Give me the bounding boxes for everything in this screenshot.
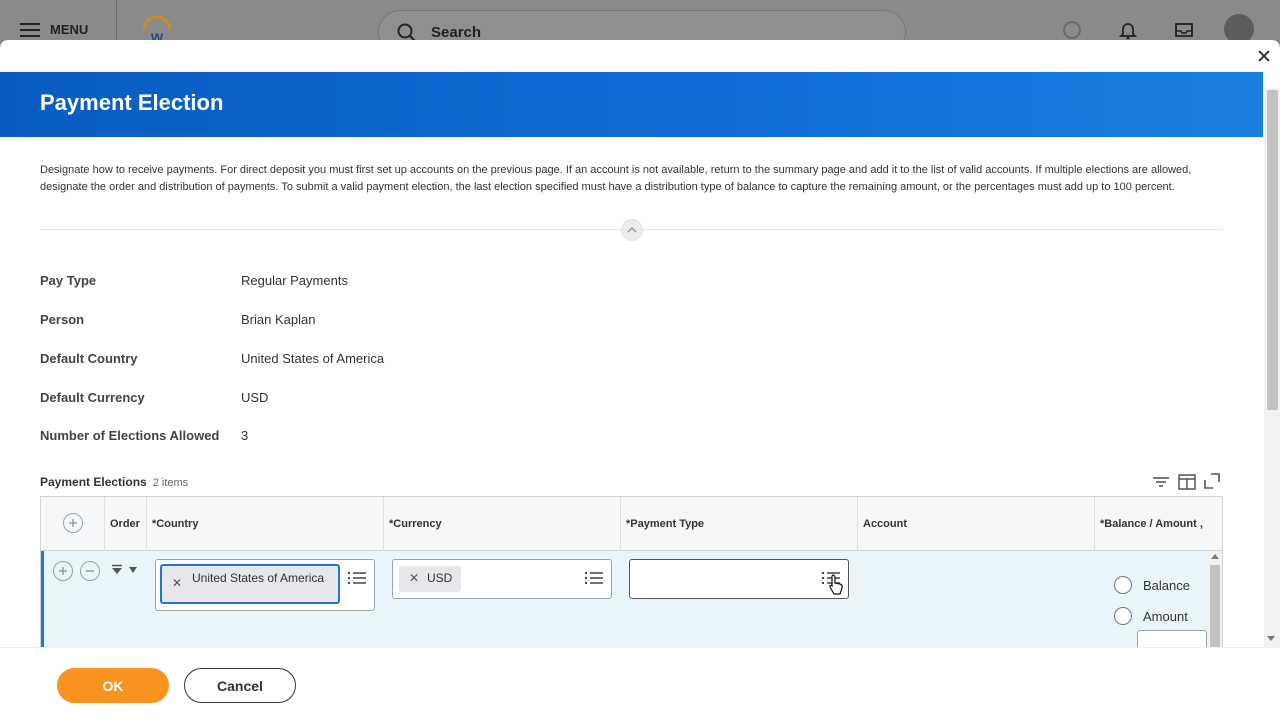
modal-scrollbar[interactable]	[1264, 88, 1280, 648]
amount-radio[interactable]	[1114, 607, 1132, 625]
elections-count: 2 items	[152, 477, 189, 489]
close-icon[interactable]	[1256, 48, 1272, 64]
column-header-currency[interactable]: *Currency	[389, 518, 442, 530]
plus-icon	[69, 519, 77, 527]
scroll-up-arrow-icon[interactable]	[1211, 553, 1219, 559]
remove-row-button[interactable]	[80, 561, 100, 581]
prompt-list-icon[interactable]	[585, 570, 603, 586]
hamburger-icon	[20, 22, 40, 37]
field-value: Regular Payments	[241, 273, 348, 288]
column-header-balance-amount[interactable]: *Balance / Amount ,	[1100, 518, 1203, 530]
field-label: Person	[40, 312, 85, 327]
field-value: 3	[241, 428, 249, 443]
amount-input[interactable]	[1137, 630, 1207, 647]
ok-button[interactable]: OK	[57, 668, 169, 703]
move-down-icon[interactable]	[128, 565, 138, 575]
field-label: Default Country	[40, 351, 138, 366]
chevron-up-icon	[627, 226, 637, 233]
cancel-button[interactable]: Cancel	[184, 668, 296, 703]
amount-radio-label: Amount	[1143, 609, 1188, 624]
menu-label: MENU	[50, 22, 89, 37]
prompt-list-icon[interactable]	[348, 570, 366, 586]
move-to-bottom-icon[interactable]	[111, 564, 123, 576]
balance-radio-label: Balance	[1143, 578, 1190, 593]
table-row: ✕ United States of America ✕ USD Balance…	[41, 551, 1222, 647]
balance-radio[interactable]	[1114, 576, 1132, 594]
payment-type-prompt-field[interactable]	[629, 559, 849, 599]
add-row-button[interactable]	[63, 513, 83, 533]
country-prompt-field[interactable]: ✕ United States of America	[155, 559, 375, 611]
column-header-order[interactable]: Order	[110, 518, 140, 530]
column-header-payment-type[interactable]: *Payment Type	[626, 518, 704, 530]
currency-value: USD	[427, 571, 453, 585]
field-value: USD	[241, 390, 269, 405]
expand-fullscreen-icon[interactable]	[1204, 473, 1220, 489]
scroll-down-arrow-icon[interactable]	[1267, 636, 1275, 642]
remove-selection-icon[interactable]: ✕	[172, 576, 182, 590]
grid-header-row: Order *Country *Currency *Payment Type A…	[41, 497, 1222, 551]
country-selected-pill[interactable]: ✕ United States of America	[160, 564, 340, 604]
minus-icon	[86, 570, 94, 572]
plus-icon	[59, 567, 67, 575]
elections-title-text: Payment Elections	[40, 475, 147, 489]
page-title: Payment Election	[40, 90, 224, 115]
instructions-text: Designate how to receive payments. For d…	[40, 164, 1192, 193]
grid-scrollbar[interactable]	[1208, 551, 1222, 647]
currency-prompt-field[interactable]: ✕ USD	[392, 559, 612, 599]
payment-election-modal: Payment Election Designate how to receiv…	[0, 40, 1280, 720]
appbar-divider	[116, 0, 117, 40]
field-value: United States of America	[241, 351, 385, 366]
filter-icon[interactable]	[1152, 474, 1170, 490]
field-value: Brian Kaplan	[241, 312, 316, 327]
column-header-country[interactable]: *Country	[152, 518, 198, 530]
remove-selection-icon[interactable]: ✕	[409, 571, 419, 585]
insert-row-button[interactable]	[53, 561, 73, 581]
grid-scrollbar-thumb[interactable]	[1210, 565, 1220, 647]
elections-grid-title: Payment Elections 2 items	[40, 475, 188, 489]
scrollbar-thumb[interactable]	[1267, 90, 1278, 410]
country-value: United States of America	[192, 571, 325, 585]
field-label: Default Currency	[40, 390, 145, 405]
field-label: Number of Elections Allowed	[40, 428, 220, 443]
search-placeholder: Search	[431, 24, 482, 41]
notifications-bell-icon[interactable]	[1118, 20, 1138, 40]
mouse-pointer-icon	[829, 574, 843, 595]
inbox-icon[interactable]	[1174, 20, 1194, 40]
menu-button[interactable]: MENU	[20, 22, 88, 37]
payment-elections-grid: Order *Country *Currency *Payment Type A…	[40, 496, 1223, 648]
field-label: Pay Type	[40, 273, 97, 288]
assistant-icon[interactable]	[1062, 20, 1082, 40]
modal-footer: OK Cancel	[0, 647, 1280, 720]
modal-header: Payment Election	[0, 72, 1263, 137]
currency-selected-pill[interactable]: ✕ USD	[399, 566, 461, 592]
column-header-account[interactable]: Account	[863, 518, 907, 530]
collapse-button[interactable]	[621, 219, 643, 241]
column-layout-icon[interactable]	[1178, 473, 1196, 491]
